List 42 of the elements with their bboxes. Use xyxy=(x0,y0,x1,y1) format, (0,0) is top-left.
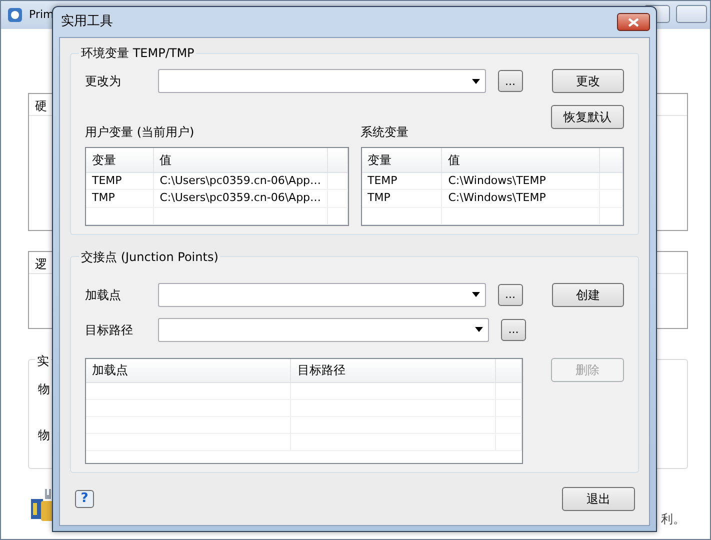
group-title: 交接点 (Junction Points) xyxy=(80,250,220,262)
section-label: 系统变量 xyxy=(360,124,410,141)
row-label: 物 xyxy=(38,381,50,398)
column-header: 值 xyxy=(153,148,328,172)
column-header: 硬 xyxy=(35,99,47,113)
browse-button[interactable]: ... xyxy=(498,284,523,306)
table-cell: C:\Users\pc0359.cn-06\App… xyxy=(153,172,328,190)
dropdown-arrow-icon[interactable] xyxy=(472,78,480,84)
column-header: 变量 xyxy=(362,148,442,172)
column-header: 逻 xyxy=(35,257,47,271)
table-cell: TMP xyxy=(86,190,154,207)
app-icon xyxy=(7,7,23,23)
group-label: 实 xyxy=(35,352,51,370)
column-header: 变量 xyxy=(86,148,154,172)
close-icon xyxy=(628,18,639,26)
push-button[interactable]: 退出 xyxy=(562,486,635,510)
footer-text: 利。 xyxy=(661,511,685,528)
table-cell: TEMP xyxy=(362,172,442,190)
section-label: 用户变量 (当前用户) xyxy=(85,124,196,141)
push-button[interactable]: 恢复默认 xyxy=(551,105,624,129)
row-label: 物 xyxy=(38,427,50,444)
dropdown-arrow-icon[interactable] xyxy=(475,327,483,332)
column-header: 目标路径 xyxy=(290,358,495,382)
table-cell: TEMP xyxy=(86,172,154,190)
table-cell: C:\Windows\TEMP xyxy=(442,172,600,190)
field-label: 更改为 xyxy=(85,73,122,90)
dialog-title: 实用工具 xyxy=(61,13,113,32)
help-button[interactable]: ? xyxy=(75,490,94,508)
browse-button[interactable]: ... xyxy=(498,70,523,92)
dropdown-arrow-icon[interactable] xyxy=(472,292,480,297)
browse-button[interactable]: ... xyxy=(501,318,526,340)
push-button[interactable]: 创建 xyxy=(552,282,624,306)
column-header: 加载点 xyxy=(86,358,291,382)
group-title: 环境变量 TEMP/TMP xyxy=(80,47,196,59)
push-button[interactable]: 更改 xyxy=(552,69,624,93)
table-cell: TMP xyxy=(362,190,442,207)
field-label: 加载点 xyxy=(85,286,122,304)
column-header: 值 xyxy=(442,148,600,172)
table-cell: C:\Windows\TEMP xyxy=(442,190,600,207)
close-button[interactable] xyxy=(617,13,650,31)
table-cell: C:\Users\pc0359.cn-06\App… xyxy=(153,190,328,207)
field-label: 目标路径 xyxy=(85,322,134,338)
